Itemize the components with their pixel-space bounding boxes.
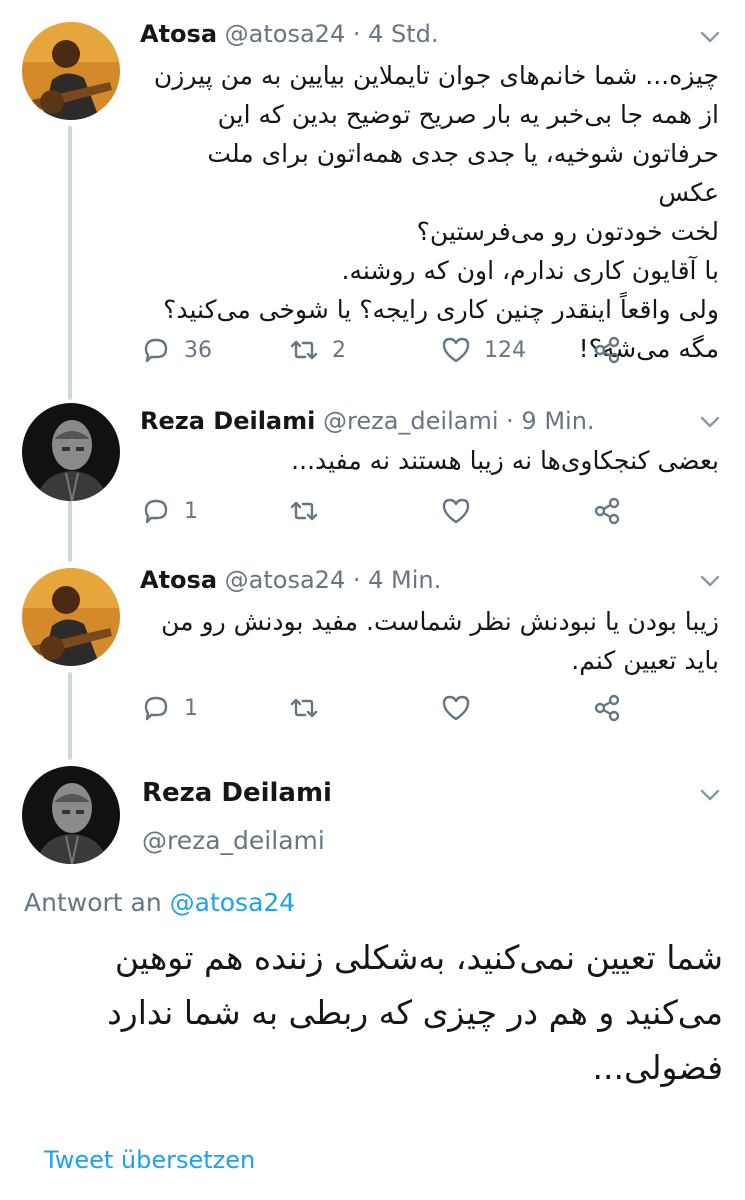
avatar[interactable] [22, 22, 120, 120]
avatar[interactable] [22, 568, 120, 666]
author-name[interactable]: Reza Deilami [140, 407, 315, 435]
retweet-icon [290, 698, 318, 718]
avatar[interactable] [22, 766, 120, 864]
author-name[interactable]: Atosa [140, 20, 217, 48]
reply-button[interactable]: 1 [140, 688, 198, 728]
retweet-button[interactable] [288, 491, 320, 531]
tweet-reza-1[interactable]: Reza Deilami @reza_deilami · 9 Min. بعضی… [0, 395, 745, 560]
translate-tweet-link[interactable]: Tweet übersetzen [44, 1146, 255, 1174]
like-icon [442, 695, 470, 721]
author-handle[interactable]: @atosa24 [225, 566, 346, 594]
separator: · [352, 20, 361, 48]
tweet-text: بعضی کنجکاوی‌ها نه زیبا هستند نه مفید... [291, 446, 719, 475]
author-name[interactable]: Reza Deilami [142, 778, 332, 808]
separator: · [506, 407, 514, 435]
reply-count: 1 [184, 695, 198, 721]
tweet-atosa-2[interactable]: Atosa @atosa24 · 4 Min. زیبا بودن یا نبو… [0, 560, 745, 760]
reply-button[interactable]: 1 [140, 491, 198, 531]
author-handle[interactable]: @reza_deilami [142, 826, 325, 855]
retweet-count: 2 [332, 337, 346, 363]
chevron-down-icon[interactable] [697, 782, 723, 808]
author-handle[interactable]: @reza_deilami [323, 407, 499, 435]
tweet-actions: 1 [140, 688, 640, 728]
tweet-actions: 1 [140, 491, 640, 531]
tweet-text: زیبا بودن یا نبودنش نظر شماست. مفید بودن… [161, 607, 719, 675]
avatar[interactable] [22, 403, 120, 501]
reply-count: 36 [184, 337, 212, 363]
chevron-down-icon[interactable] [697, 568, 723, 594]
reply-context: Antwort an @atosa24 [24, 888, 295, 917]
like-button[interactable] [440, 491, 472, 531]
reply-icon [144, 696, 168, 721]
retweet-button[interactable]: 2 [288, 330, 346, 370]
tweet-atosa-1[interactable]: Atosa @atosa24 · 4 Std. چیزه... شما خانم… [0, 0, 745, 395]
tweet-header: Atosa @atosa24 · 4 Min. [140, 566, 441, 594]
share-icon [594, 694, 620, 722]
tweet-actions: 36 2 124 [140, 330, 640, 370]
share-button[interactable] [592, 330, 624, 370]
like-button[interactable] [440, 688, 472, 728]
tweet-text: شما تعیین نمی‌کنید، به‌شکلی زننده هم توه… [107, 938, 723, 1087]
reply-count: 1 [184, 498, 198, 524]
like-count: 124 [484, 337, 526, 363]
like-button[interactable]: 124 [440, 330, 526, 370]
chevron-down-icon[interactable] [697, 409, 723, 435]
share-icon [594, 336, 620, 364]
author-name[interactable]: Atosa [140, 566, 217, 594]
author-handle[interactable]: @atosa24 [225, 20, 346, 48]
tweet-header: Atosa @atosa24 · 4 Std. [140, 20, 439, 48]
retweet-button[interactable] [288, 688, 320, 728]
reply-mention-link[interactable]: @atosa24 [170, 888, 296, 917]
retweet-icon [290, 501, 318, 521]
separator: · [352, 566, 361, 594]
like-icon [442, 337, 470, 363]
reply-button[interactable]: 36 [140, 330, 212, 370]
share-button[interactable] [592, 688, 624, 728]
timestamp[interactable]: 9 Min. [521, 407, 594, 435]
like-icon [442, 498, 470, 524]
tweet-header: Reza Deilami @reza_deilami · 9 Min. [140, 407, 595, 435]
share-icon [594, 497, 620, 525]
chevron-down-icon[interactable] [697, 24, 723, 50]
reply-prefix: Antwort an [24, 888, 162, 917]
retweet-icon [290, 340, 318, 360]
timestamp[interactable]: 4 Std. [368, 20, 438, 48]
tweet-text: چیزه... شما خانم‌های جوان تایملاین بیایی… [153, 61, 719, 363]
reply-icon [144, 499, 168, 524]
share-button[interactable] [592, 491, 624, 531]
reply-icon [144, 338, 168, 363]
timestamp[interactable]: 4 Min. [368, 566, 441, 594]
